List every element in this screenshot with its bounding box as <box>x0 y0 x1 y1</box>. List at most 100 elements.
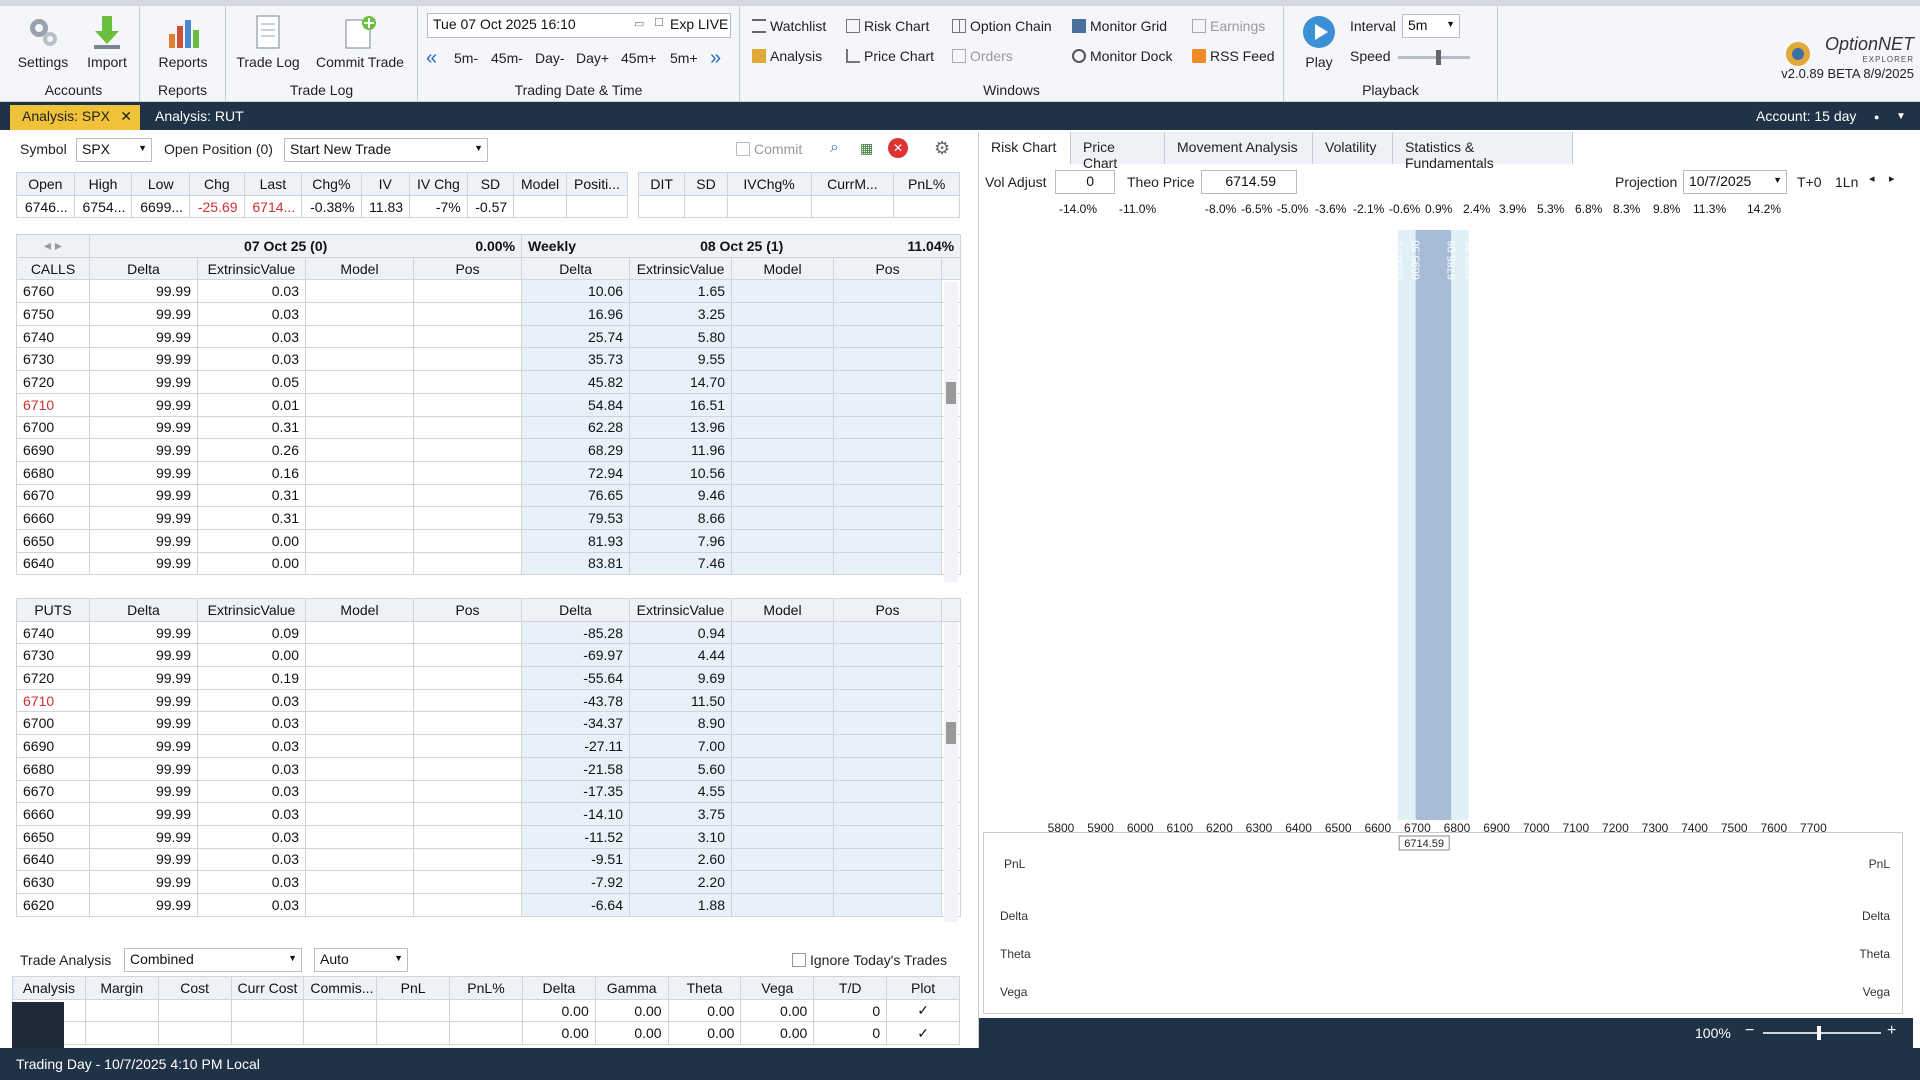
table-row[interactable]: 6710 99.99 0.03 -43.78 11.50 <box>16 688 961 713</box>
pos-cell[interactable] <box>833 279 943 304</box>
column-header[interactable]: ExtrinsicValue <box>629 598 732 622</box>
column-header[interactable]: Cost <box>157 976 232 1000</box>
projection-select[interactable]: 10/7/2025 ▼ <box>1683 170 1787 194</box>
step-back-icon[interactable]: « <box>426 47 437 70</box>
settings-button[interactable]: Settings <box>16 14 70 70</box>
column-header[interactable]: Margin <box>84 976 159 1000</box>
table-row[interactable]: 6670 99.99 0.31 76.65 9.46 <box>16 483 962 508</box>
pos-cell[interactable] <box>833 756 942 781</box>
table-row[interactable]: 6640 99.99 0.00 83.81 7.46 <box>16 551 962 576</box>
column-header[interactable]: ExtrinsicValue <box>197 598 306 622</box>
tab-analysis-spx[interactable]: Analysis: SPX ✕ <box>10 105 140 130</box>
column-header[interactable]: Plot <box>886 976 960 1000</box>
pos-cell[interactable] <box>412 483 523 508</box>
pos-cell[interactable] <box>833 370 943 394</box>
pos-cell[interactable] <box>833 824 942 849</box>
pos-cell[interactable] <box>412 302 523 326</box>
pos-cell[interactable] <box>413 824 522 849</box>
column-header[interactable]: Theta <box>667 976 742 1000</box>
pos-cell[interactable] <box>412 370 523 394</box>
checkbox-icon[interactable] <box>792 953 806 967</box>
pos-cell[interactable] <box>412 279 523 304</box>
import-button[interactable]: Import <box>80 14 134 70</box>
pos-cell[interactable] <box>412 415 523 440</box>
option-chain-button[interactable]: Option Chain <box>952 18 1052 34</box>
zoom-slider[interactable] <box>1763 1026 1881 1040</box>
checkbox-icon[interactable]: ☐ <box>654 16 664 29</box>
pos-cell[interactable] <box>413 756 522 781</box>
table-row[interactable]: 6680 99.99 0.03 -21.58 5.60 <box>16 756 961 781</box>
column-header[interactable]: Pos <box>833 256 943 281</box>
trade-analysis-mode-select[interactable]: Combined ▼ <box>124 948 302 972</box>
pos-cell[interactable] <box>833 324 943 349</box>
close-icon[interactable]: ✕ <box>120 108 132 125</box>
table-row[interactable]: 6690 99.99 0.03 -27.11 7.00 <box>16 734 961 758</box>
pos-cell[interactable] <box>833 802 942 826</box>
table-row[interactable]: 6740 99.99 0.09 -85.28 0.94 <box>16 620 961 645</box>
pos-cell[interactable] <box>412 506 523 530</box>
table-row[interactable]: 6620 99.99 0.03 -6.64 1.88 <box>16 892 961 917</box>
zoom-slider-handle[interactable] <box>1817 1026 1821 1040</box>
table-row[interactable]: 0.00 0.00 0.00 0.00 0 ✓ <box>12 998 960 1023</box>
pos-cell[interactable] <box>412 347 523 372</box>
pos-cell[interactable] <box>833 483 943 508</box>
pos-cell[interactable] <box>413 892 522 917</box>
date-time-field[interactable]: Tue 07 Oct 2025 16:10 ▭ ☐ Exp LIVE <box>427 13 731 38</box>
column-header[interactable]: Delta <box>521 598 630 622</box>
commit-button[interactable]: Commit <box>736 141 802 157</box>
account-dropdown-icon[interactable]: ▼ <box>1884 108 1918 133</box>
pos-cell[interactable] <box>413 620 522 645</box>
tab-volatility[interactable]: Volatility <box>1313 132 1393 164</box>
pos-cell[interactable] <box>833 415 943 440</box>
delete-icon[interactable]: ✕ <box>888 138 908 158</box>
pos-cell[interactable] <box>412 392 523 417</box>
pos-cell[interactable] <box>833 620 942 645</box>
step-forward-icon[interactable]: » <box>710 47 721 70</box>
column-header[interactable]: Model <box>305 598 414 622</box>
column-header[interactable]: Pos <box>833 598 942 622</box>
pos-cell[interactable] <box>833 460 943 485</box>
watchlist-button[interactable]: Watchlist <box>752 18 826 34</box>
table-row[interactable]: 6660 99.99 0.31 79.53 8.66 <box>16 506 962 530</box>
pos-cell[interactable] <box>413 666 522 690</box>
tab-price-chart[interactable]: Price Chart <box>1071 132 1165 171</box>
pos-cell[interactable] <box>833 870 942 894</box>
column-header[interactable]: ExtrinsicValue <box>197 256 306 281</box>
pos-cell[interactable] <box>412 460 523 485</box>
scroll-thumb[interactable] <box>946 722 956 744</box>
earnings-button[interactable]: Earnings <box>1192 18 1265 34</box>
table-row[interactable]: 6640 99.99 0.03 -9.51 2.60 <box>16 847 961 872</box>
table-row[interactable]: 6730 99.99 0.03 35.73 9.55 <box>16 347 962 372</box>
step-5m-plus[interactable]: 5m+ <box>670 50 698 66</box>
pos-cell[interactable] <box>833 347 943 372</box>
column-header[interactable]: Delta <box>89 598 198 622</box>
gear-icon[interactable]: ⚙ <box>934 138 950 159</box>
speed-slider-handle[interactable] <box>1436 50 1441 65</box>
interval-select[interactable]: 5m ▼ <box>1402 14 1460 38</box>
tab-movement-analysis[interactable]: Movement Analysis <box>1165 132 1313 164</box>
table-row[interactable]: 6670 99.99 0.03 -17.35 4.55 <box>16 779 961 804</box>
column-header[interactable]: Model <box>731 598 834 622</box>
rss-feed-button[interactable]: RSS Feed <box>1192 48 1275 64</box>
table-row[interactable]: 6700 99.99 0.31 62.28 13.96 <box>16 415 962 440</box>
step-45m-plus[interactable]: 45m+ <box>621 50 656 66</box>
scroll-thumb[interactable] <box>946 382 956 404</box>
column-header[interactable]: Delta <box>521 976 596 1000</box>
pos-cell[interactable] <box>833 528 943 553</box>
table-row[interactable]: 6760 99.99 0.03 10.06 1.65 <box>16 279 962 304</box>
table-row[interactable]: 6630 99.99 0.03 -7.92 2.20 <box>16 870 961 894</box>
column-header[interactable]: Model <box>731 256 835 281</box>
pos-cell[interactable] <box>833 392 943 417</box>
calls-scrollbar[interactable] <box>944 282 958 582</box>
column-header[interactable]: Delta <box>89 256 198 281</box>
step-5m-minus[interactable]: 5m- <box>454 50 478 66</box>
puts-scrollbar[interactable] <box>944 622 958 922</box>
pos-cell[interactable] <box>833 779 942 804</box>
expiry-nav[interactable]: ◂ ▸ <box>16 234 90 258</box>
pos-cell[interactable] <box>412 551 523 576</box>
play-button[interactable]: Play <box>1294 14 1344 70</box>
vol-adjust-input[interactable]: 0 <box>1055 170 1115 194</box>
column-header[interactable]: Delta <box>521 256 631 281</box>
column-header[interactable]: Vega <box>740 976 815 1000</box>
table-row[interactable]: 6710 99.99 0.01 54.84 16.51 <box>16 392 962 417</box>
